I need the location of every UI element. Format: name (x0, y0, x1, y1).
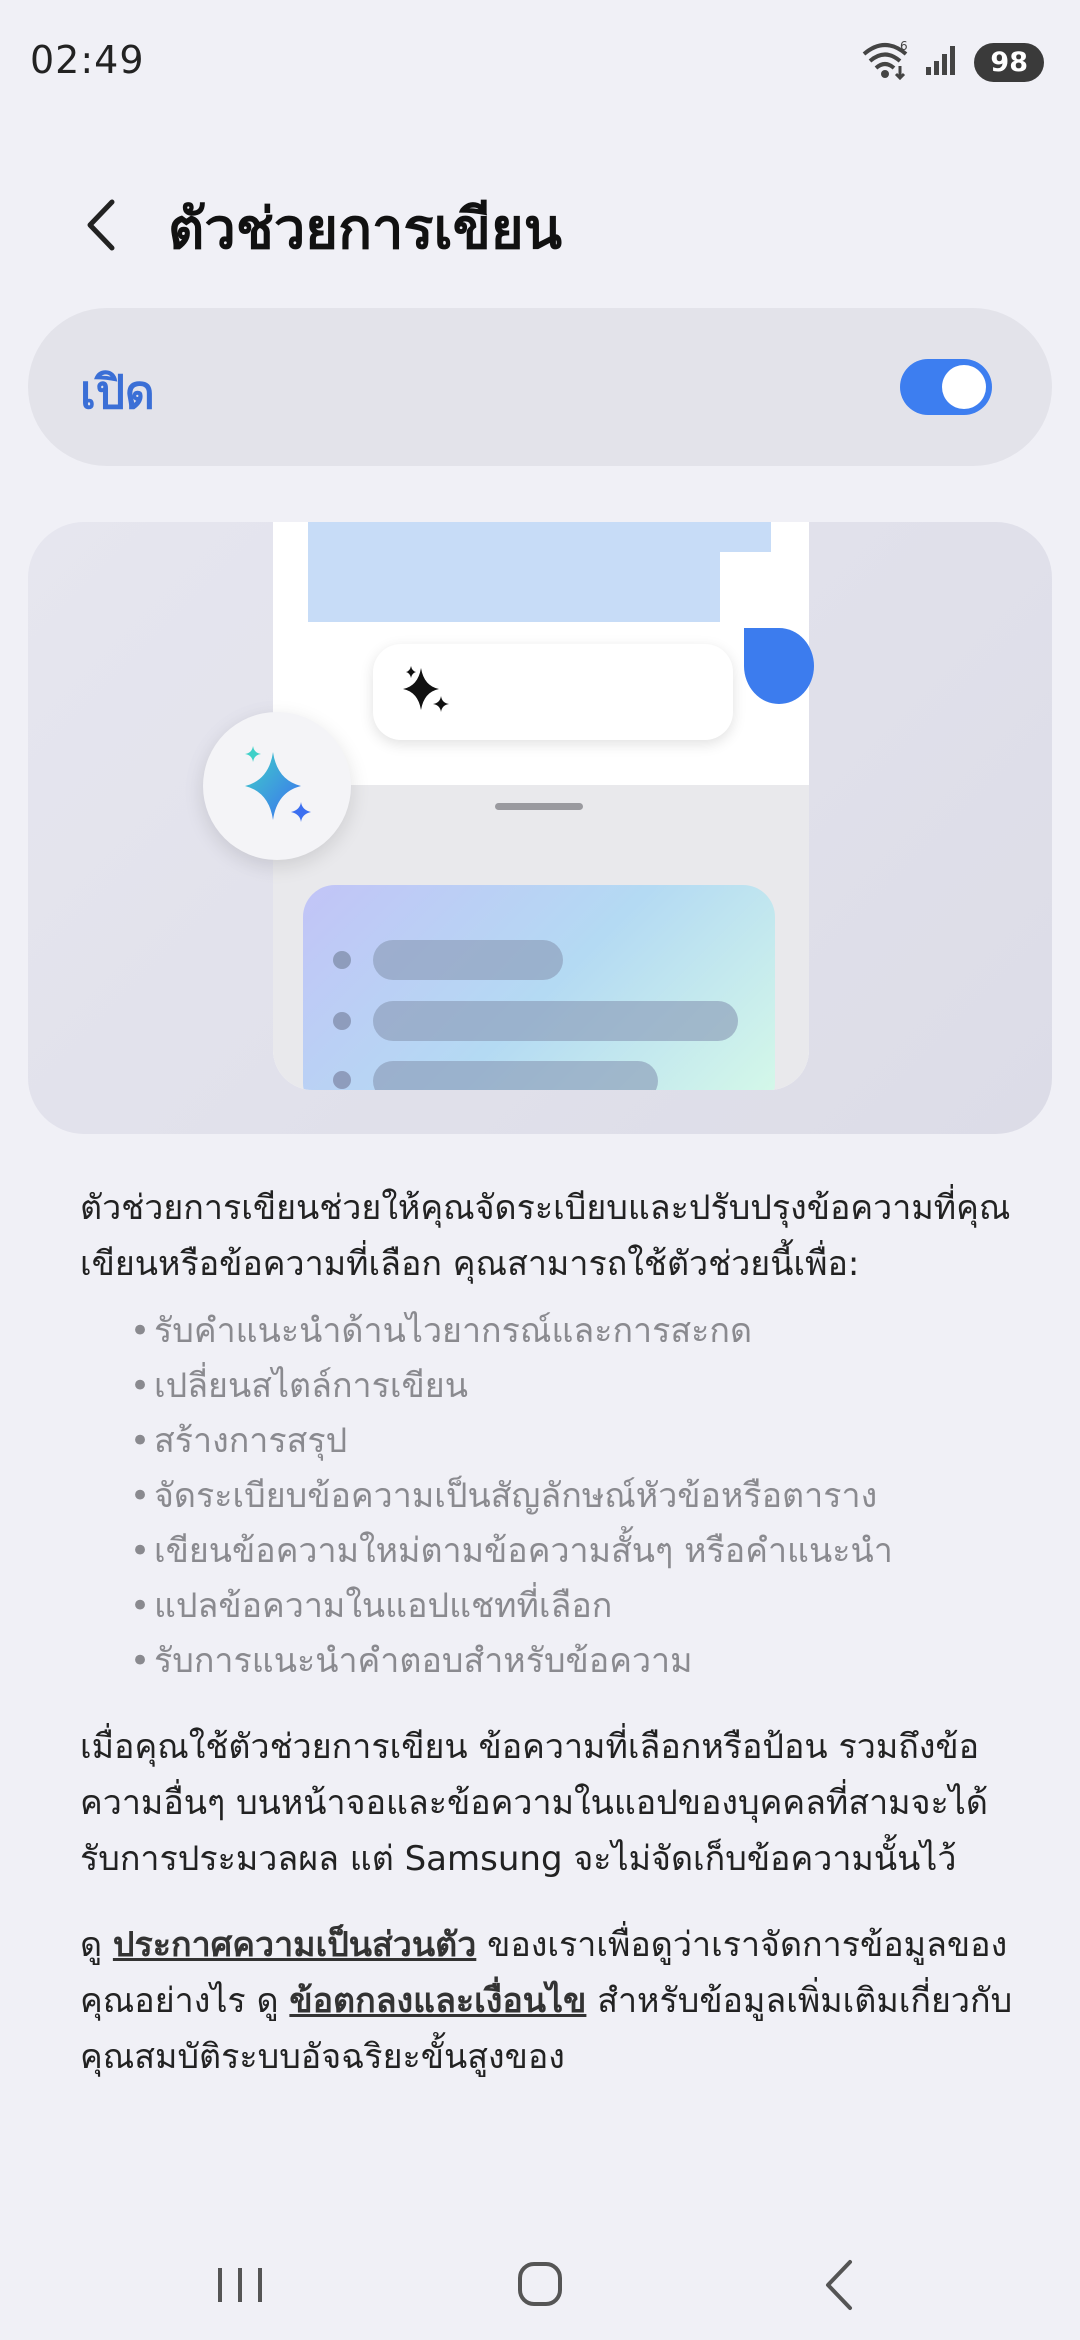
ai-badge (203, 712, 351, 860)
navigation-bar (0, 2220, 1080, 2340)
feature-list: รับคำแนะนำด้านไวยากรณ์และการสะกด เปลี่ยน… (80, 1304, 1020, 1689)
privacy-paragraph: เมื่อคุณใช้ตัวช่วยการเขียน ข้อความที่เลื… (80, 1727, 988, 1879)
description-intro: ตัวช่วยการเขียนช่วยให้คุณจัดระเบียบและปร… (80, 1188, 1011, 1284)
status-time: 02:49 (30, 38, 145, 82)
page-title: ตัวช่วยการเขียน (168, 197, 563, 262)
home-button[interactable] (500, 2250, 580, 2320)
list-item: รับคำแนะนำด้านไวยากรณ์และการสะกด (130, 1304, 1020, 1359)
list-item: เปลี่ยนสไตล์การเขียน (130, 1359, 1020, 1414)
links-paragraph: ดู ประกาศความเป็นส่วนตัว ของเราเพื่อดูว่… (80, 1925, 1013, 2077)
back-button[interactable] (70, 190, 140, 260)
phone-mockup (273, 522, 809, 1090)
prompt-pill (373, 644, 733, 740)
list-item: รับการแนะนำคำตอบสำหรับข้อความ (130, 1634, 1020, 1689)
battery-icon: 98 (974, 42, 1044, 82)
terms-link[interactable]: ข้อตกลงและเงื่อนไข (289, 1981, 586, 2021)
recents-button[interactable] (200, 2250, 280, 2320)
toggle-switch[interactable] (900, 359, 992, 415)
list-item: เขียนข้อความใหม่ตามข้อความสั้นๆ หรือคำแน… (130, 1524, 1020, 1579)
recents-icon (218, 2268, 262, 2302)
signal-icon (924, 43, 960, 81)
list-item: แปลข้อความในแอปแชทที่เลือก (130, 1579, 1020, 1634)
home-icon (518, 2262, 562, 2306)
suggestion-card (303, 885, 775, 1090)
sparkle-icon (403, 666, 449, 712)
back-nav-button[interactable] (800, 2250, 880, 2320)
toggle-label: เปิด (80, 365, 155, 419)
list-item: จัดระเบียบข้อความเป็นสัญลักษณ์หัวข้อหรือ… (130, 1469, 1020, 1524)
description: ตัวช่วยการเขียนช่วยให้คุณจัดระเบียบและปร… (80, 1180, 1020, 2085)
list-item: สร้างการสรุป (130, 1414, 1020, 1469)
master-toggle-row[interactable]: เปิด (28, 308, 1052, 466)
status-bar: 02:49 6 98 (0, 0, 1080, 120)
privacy-notice-link[interactable]: ประกาศความเป็นส่วนตัว (113, 1925, 476, 1965)
svg-text:6: 6 (900, 40, 908, 53)
wifi-icon: 6 (860, 39, 910, 84)
feature-illustration (28, 522, 1052, 1134)
toggle-knob (942, 365, 986, 409)
status-icons: 6 98 (860, 39, 1044, 84)
ai-sparkle-icon (245, 746, 311, 822)
back-icon (826, 2260, 852, 2310)
header: ตัวช่วยการเขียน (0, 170, 1080, 280)
chevron-left-icon (87, 199, 115, 251)
